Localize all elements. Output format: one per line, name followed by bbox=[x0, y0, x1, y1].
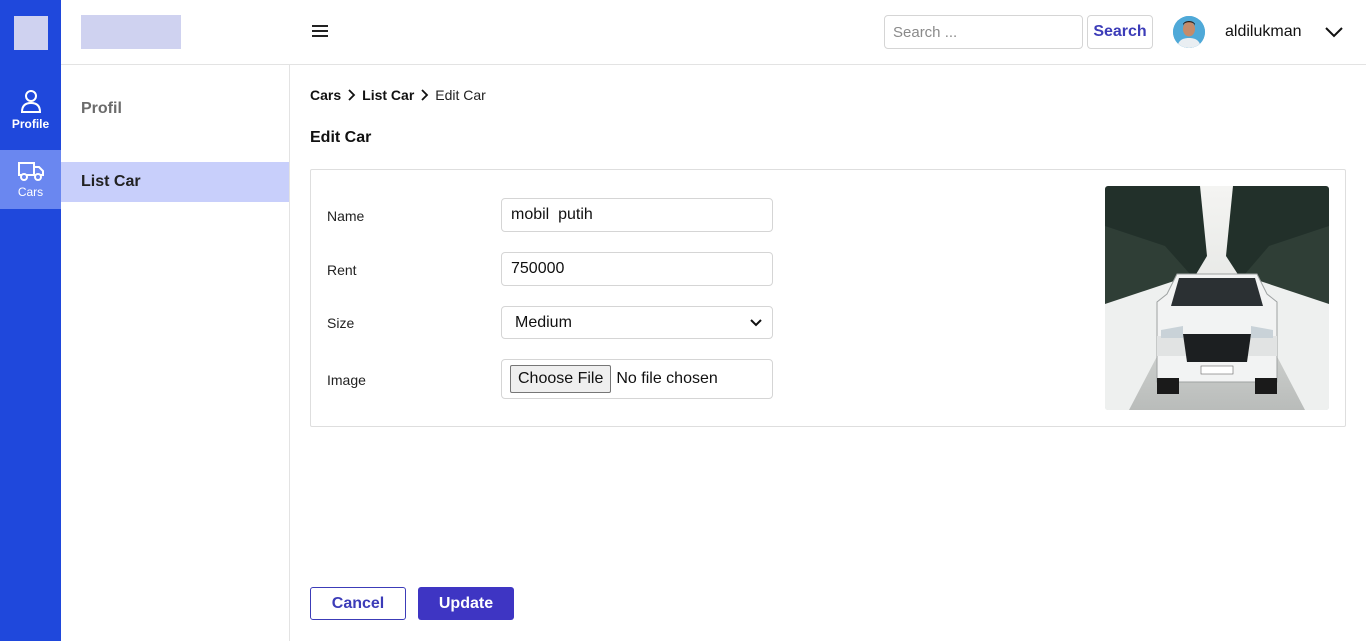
search-input[interactable] bbox=[884, 15, 1083, 49]
cancel-button[interactable]: Cancel bbox=[310, 587, 406, 620]
size-label: Size bbox=[327, 315, 355, 331]
file-status: No file chosen bbox=[616, 370, 718, 387]
size-select[interactable]: Medium bbox=[501, 306, 773, 339]
rail-item-label: Cars bbox=[17, 185, 44, 199]
truck-icon bbox=[17, 162, 44, 181]
avatar[interactable] bbox=[1173, 16, 1205, 48]
size-select-value: Medium bbox=[515, 313, 572, 331]
rail-item-label: Profile bbox=[11, 116, 50, 131]
name-field[interactable] bbox=[501, 198, 773, 232]
chevron-right-icon bbox=[421, 89, 429, 101]
chevron-down-icon bbox=[750, 318, 762, 326]
name-label: Name bbox=[327, 208, 365, 224]
app-logo[interactable] bbox=[14, 16, 48, 50]
breadcrumb-list-car[interactable]: List Car bbox=[362, 87, 414, 103]
username[interactable]: aldilukman bbox=[1225, 23, 1301, 41]
rail-item-profile[interactable]: Profile bbox=[0, 80, 61, 138]
search-button[interactable]: Search bbox=[1087, 15, 1153, 49]
breadcrumb: Cars List Car Edit Car bbox=[310, 87, 486, 103]
user-icon bbox=[20, 89, 41, 113]
sidebar-item-list-car[interactable]: List Car bbox=[61, 162, 289, 202]
breadcrumb-current: Edit Car bbox=[435, 87, 486, 103]
update-button[interactable]: Update bbox=[418, 587, 514, 620]
page-title: Edit Car bbox=[310, 129, 372, 146]
sidebar-section-title[interactable]: Profil bbox=[81, 100, 122, 118]
app-rail: Profile Cars bbox=[0, 0, 61, 641]
rent-field[interactable] bbox=[501, 252, 773, 286]
chevron-down-icon[interactable] bbox=[1323, 24, 1345, 40]
choose-file-button[interactable]: Choose File bbox=[510, 365, 612, 393]
breadcrumb-cars[interactable]: Cars bbox=[310, 87, 341, 103]
chevron-right-icon bbox=[348, 89, 356, 101]
car-image bbox=[1105, 186, 1329, 410]
image-file-input[interactable]: Choose File No file chosen bbox=[501, 359, 773, 399]
brand-logo[interactable] bbox=[81, 15, 181, 49]
secondary-sidebar: Profil List Car bbox=[61, 65, 290, 641]
rail-item-cars[interactable]: Cars bbox=[0, 150, 61, 209]
menu-toggle-icon[interactable] bbox=[311, 22, 331, 42]
edit-car-form: Name Rent Size Medium Image Choose File … bbox=[310, 169, 1346, 427]
top-header: Search aldilukman bbox=[61, 0, 1366, 65]
rent-label: Rent bbox=[327, 262, 357, 278]
image-label: Image bbox=[327, 372, 366, 388]
